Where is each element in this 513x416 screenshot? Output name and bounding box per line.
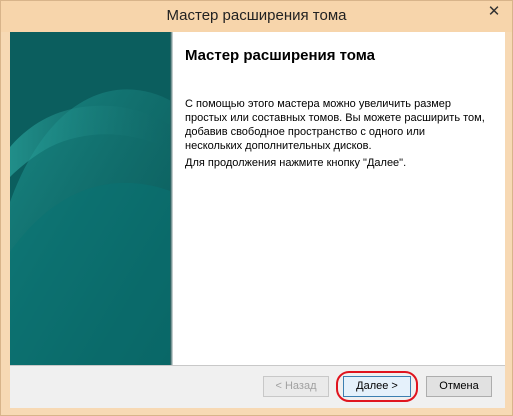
title-bar[interactable]: Мастер расширения тома ✕ bbox=[1, 1, 512, 32]
wizard-banner bbox=[10, 32, 173, 365]
banner-wave-graphic bbox=[10, 32, 173, 365]
button-divider bbox=[10, 365, 505, 366]
back-button[interactable]: < Назад bbox=[263, 376, 329, 397]
wizard-content-panel: Мастер расширения тома С помощью этого м… bbox=[173, 32, 505, 365]
window-title: Мастер расширения тома bbox=[166, 7, 347, 24]
cancel-button[interactable]: Отмена bbox=[426, 376, 492, 397]
page-title: Мастер расширения тома bbox=[185, 47, 376, 64]
wizard-hint: Для продолжения нажмите кнопку "Далее". bbox=[185, 157, 407, 169]
next-button[interactable]: Далее > bbox=[343, 376, 411, 397]
wizard-client-area: Мастер расширения тома С помощью этого м… bbox=[10, 32, 505, 408]
close-button[interactable]: ✕ bbox=[480, 2, 508, 22]
close-icon: ✕ bbox=[487, 3, 501, 20]
wizard-window: Мастер расширения тома ✕ Мастер расширен… bbox=[0, 0, 513, 416]
wizard-description: С помощью этого мастера можно увеличить … bbox=[185, 98, 485, 152]
